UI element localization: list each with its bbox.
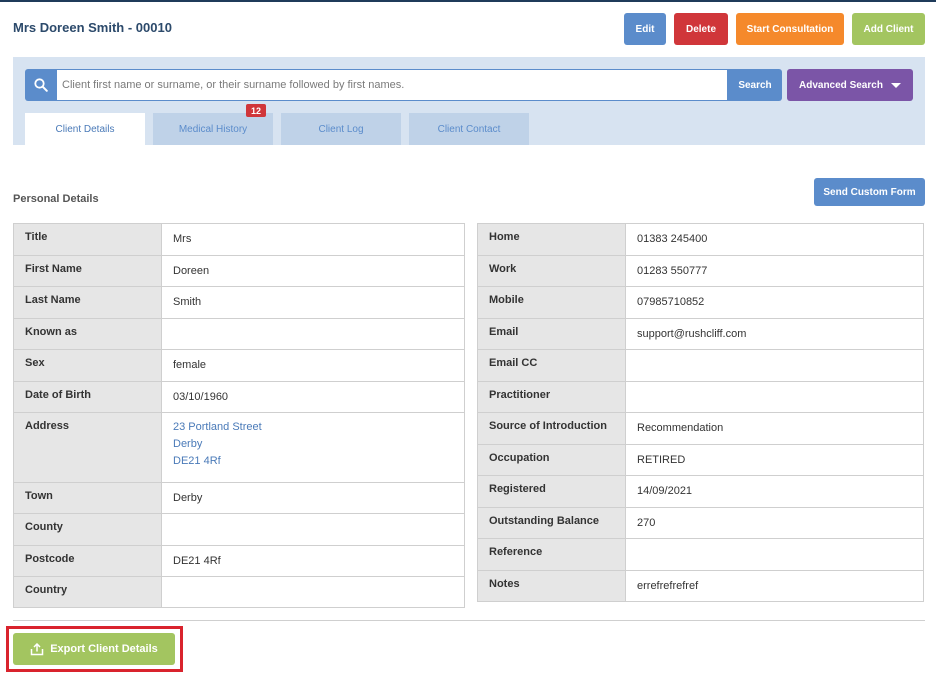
table-row: Home 01383 245400: [477, 223, 924, 256]
send-custom-form-button[interactable]: Send Custom Form: [814, 178, 925, 206]
client-search-input[interactable]: [57, 69, 728, 101]
table-row: Notes errefrefrefref: [477, 570, 924, 602]
row-value-title: Mrs: [161, 223, 465, 256]
row-value-source-of-introduction: Recommendation: [625, 412, 924, 445]
row-value-last-name: Smith: [161, 286, 465, 319]
table-row: First Name Doreen: [13, 255, 465, 287]
row-label-practitioner: Practitioner: [477, 381, 626, 413]
search-icon: [34, 78, 48, 92]
row-label-sex: Sex: [13, 349, 162, 382]
row-value-practitioner: [625, 381, 924, 413]
row-label-occupation: Occupation: [477, 444, 626, 476]
row-value-occupation: RETIRED: [625, 444, 924, 476]
table-row: Postcode DE21 4Rf: [13, 545, 465, 577]
row-label-title: Title: [13, 223, 162, 256]
row-label-source-of-introduction: Source of Introduction: [477, 412, 626, 445]
divider: [13, 620, 925, 621]
table-row: Source of Introduction Recommendation: [477, 412, 924, 445]
row-label-outstanding-balance: Outstanding Balance: [477, 507, 626, 539]
export-client-details-button[interactable]: Export Client Details: [13, 633, 175, 665]
advanced-search-button[interactable]: Advanced Search: [787, 69, 913, 101]
table-row: Known as: [13, 318, 465, 350]
section-title-personal-details: Personal Details: [13, 193, 99, 205]
tab-medical-history[interactable]: Medical History: [153, 113, 273, 145]
row-value-outstanding-balance: 270: [625, 507, 924, 539]
medical-history-count-badge: 12: [246, 104, 266, 117]
table-row: Town Derby: [13, 482, 465, 514]
address-line-1[interactable]: 23 Portland Street: [173, 419, 453, 436]
row-label-mobile: Mobile: [477, 286, 626, 319]
row-value-date-of-birth: 03/10/1960: [161, 381, 465, 413]
advanced-search-label: Advanced Search: [799, 79, 883, 91]
table-row: Title Mrs: [13, 223, 465, 256]
row-label-home: Home: [477, 223, 626, 256]
contact-details-table: Home 01383 245400 Work 01283 550777 Mobi…: [477, 223, 924, 602]
search-panel: Search Advanced Search Client Details Me…: [13, 57, 925, 145]
row-label-postcode: Postcode: [13, 545, 162, 577]
address-line-2[interactable]: Derby: [173, 436, 453, 453]
table-row: Sex female: [13, 349, 465, 382]
caret-down-icon: [891, 83, 901, 88]
row-label-last-name: Last Name: [13, 286, 162, 319]
row-label-email: Email: [477, 318, 626, 350]
table-row: Occupation RETIRED: [477, 444, 924, 476]
table-row: Registered 14/09/2021: [477, 475, 924, 508]
table-row: Outstanding Balance 270: [477, 507, 924, 539]
row-value-postcode: DE21 4Rf: [161, 545, 465, 577]
upload-icon: [30, 642, 44, 656]
row-value-sex: female: [161, 349, 465, 382]
row-label-work: Work: [477, 255, 626, 287]
row-label-date-of-birth: Date of Birth: [13, 381, 162, 413]
address-line-3[interactable]: DE21 4Rf: [173, 453, 453, 470]
table-row: Country: [13, 576, 465, 608]
row-value-work: 01283 550777: [625, 255, 924, 287]
search-button[interactable]: Search: [728, 69, 782, 101]
row-value-town: Derby: [161, 482, 465, 514]
row-label-address: Address: [13, 412, 162, 483]
tab-client-details[interactable]: Client Details: [25, 113, 145, 145]
personal-details-table: Title Mrs First Name Doreen Last Name Sm…: [13, 223, 465, 608]
row-value-country: [161, 576, 465, 608]
edit-button[interactable]: Edit: [624, 13, 666, 45]
row-value-registered: 14/09/2021: [625, 475, 924, 508]
table-row: Email CC: [477, 349, 924, 382]
table-row: Address 23 Portland Street Derby DE21 4R…: [13, 412, 465, 483]
row-label-country: Country: [13, 576, 162, 608]
table-row: Work 01283 550777: [477, 255, 924, 287]
row-label-county: County: [13, 513, 162, 546]
row-value-reference: [625, 538, 924, 571]
page-title: Mrs Doreen Smith - 00010: [13, 20, 172, 35]
tab-client-contact[interactable]: Client Contact: [409, 113, 529, 145]
row-value-home: 01383 245400: [625, 223, 924, 256]
add-client-button[interactable]: Add Client: [852, 13, 925, 45]
table-row: Last Name Smith: [13, 286, 465, 319]
row-value-address: 23 Portland Street Derby DE21 4Rf: [161, 412, 465, 483]
row-value-email-cc: [625, 349, 924, 382]
row-label-notes: Notes: [477, 570, 626, 602]
top-border: [0, 0, 936, 2]
table-row: Reference: [477, 538, 924, 571]
row-value-known-as: [161, 318, 465, 350]
row-value-email: support@rushcliff.com: [625, 318, 924, 350]
row-value-notes: errefrefrefref: [625, 570, 924, 602]
row-value-mobile: 07985710852: [625, 286, 924, 319]
search-icon-button[interactable]: [25, 69, 57, 101]
row-label-registered: Registered: [477, 475, 626, 508]
row-label-known-as: Known as: [13, 318, 162, 350]
row-label-town: Town: [13, 482, 162, 514]
row-value-first-name: Doreen: [161, 255, 465, 287]
table-row: Mobile 07985710852: [477, 286, 924, 319]
row-label-first-name: First Name: [13, 255, 162, 287]
table-row: Date of Birth 03/10/1960: [13, 381, 465, 413]
row-label-email-cc: Email CC: [477, 349, 626, 382]
row-value-county: [161, 513, 465, 546]
table-row: Practitioner: [477, 381, 924, 413]
tab-client-log[interactable]: Client Log: [281, 113, 401, 145]
export-client-details-label: Export Client Details: [50, 643, 158, 655]
start-consultation-button[interactable]: Start Consultation: [736, 13, 844, 45]
table-row: Email support@rushcliff.com: [477, 318, 924, 350]
delete-button[interactable]: Delete: [674, 13, 728, 45]
table-row: County: [13, 513, 465, 546]
row-label-reference: Reference: [477, 538, 626, 571]
